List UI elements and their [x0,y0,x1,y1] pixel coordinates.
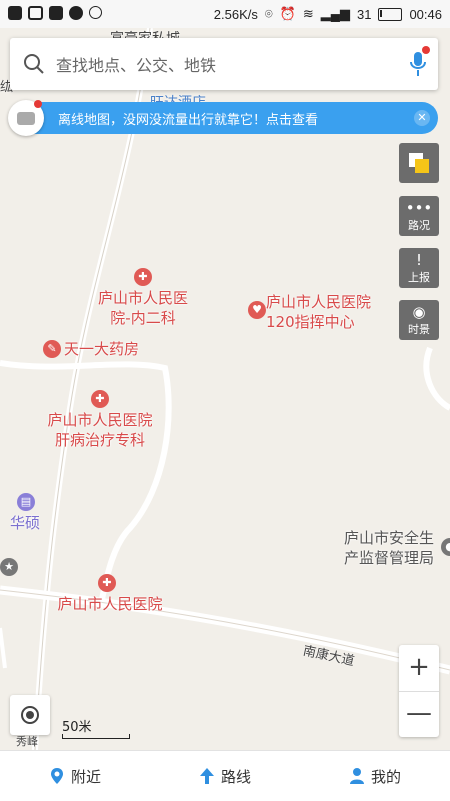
status-left-icons [8,6,102,20]
poi-hospital-internal-medicine[interactable]: 庐山市人民医 院-内二科 [88,288,198,328]
scale-bar [62,734,130,739]
poi-safety-bureau[interactable]: 庐山市安全生 产监督管理局 [344,528,434,568]
voice-badge [422,46,430,54]
location-icon: ⌾ [264,6,273,21]
poi-hospital-main[interactable]: 庐山市人民医院 [50,594,170,614]
banner-text: 离线地图，没网没流量出行就靠它！点击查看 [58,112,319,128]
poi-label: 院-内二科 [110,309,176,327]
poi-hospital-120-center[interactable]: 庐山市人民医院 120指挥中心 [266,292,386,332]
network-speed: 2.56K/s [213,6,258,22]
status-right: 2.56K/s ⌾ ⏰ ≋ ▂▄▆ 31 00:46 [214,6,442,22]
notification-icon [8,6,22,20]
time-view-button[interactable]: ◉ 时景 [399,300,439,340]
poi-label: 肝病治疗专科 [54,431,145,449]
hospital-icon[interactable]: ✚ [98,574,116,592]
locate-button[interactable] [10,695,50,735]
road-label-partial-bottom: 秀峰 [16,735,38,748]
report-label: 上报 [408,271,430,284]
report-icon: ! [415,251,422,269]
map-roads [0,28,450,750]
nav-route-label: 路线 [220,767,251,786]
search-bar[interactable]: 查找地点、公交、地铁 [10,38,438,90]
route-arrow-icon [199,768,214,784]
location-pin-icon [50,768,63,784]
search-input[interactable]: 查找地点、公交、地铁 [56,52,216,76]
poi-label: 庐山市人民医院 [266,293,372,311]
globe-icon: ◉ [412,303,426,321]
poi-label: 庐山市人民医院 [47,411,153,429]
hospital-icon[interactable]: ✚ [91,390,109,408]
poi-pharmacy[interactable]: 天一大药房 [64,339,139,359]
poi-asus[interactable]: 华硕 [10,513,40,533]
nav-mine-label: 我的 [370,767,401,786]
signal-icon: ▂▄▆ [320,6,350,21]
government-icon[interactable]: ★ [0,558,18,576]
alarm-icon: ⏰ [279,6,296,21]
k-app-icon [49,6,63,20]
message-icon [8,100,44,136]
nav-mine[interactable]: 我的 [300,751,450,801]
layers-button[interactable] [399,143,439,183]
report-button[interactable]: ! 上报 [399,248,439,288]
hospital-icon[interactable]: ✚ [134,268,152,286]
wifi-icon: ≋ [302,6,314,21]
nav-nearby-label: 附近 [70,767,101,786]
nav-route[interactable]: 路线 [150,751,300,801]
map-canvas[interactable]: 富豪家私城 旺达酒店 纮 ✚ 庐山市人民医 院-内二科 ♥ 庐山市人民医院 12… [0,28,450,750]
clock: 00:46 [409,6,442,22]
emergency-center-icon[interactable]: ♥ [248,301,266,319]
smile-icon [89,6,102,19]
poi-label: 120指挥中心 [266,313,355,331]
image-icon [28,6,43,20]
zoom-control: + — [399,645,439,737]
battery-icon [378,7,403,21]
status-bar: 2.56K/s ⌾ ⏰ ≋ ▂▄▆ 31 00:46 [0,0,450,28]
traffic-icon: ••• [405,199,433,217]
offline-map-banner[interactable]: 离线地图，没网没流量出行就靠它！点击查看 ✕ [8,100,438,136]
pharmacy-icon[interactable]: ✎ [43,340,61,358]
signal-strength: 31 [356,6,372,22]
zoom-out-button[interactable]: — [399,691,439,737]
poi-hospital-liver-clinic[interactable]: 庐山市人民医院 肝病治疗专科 [40,410,160,450]
nav-nearby[interactable]: 附近 [0,751,150,801]
traffic-button[interactable]: ••• 路况 [399,196,439,236]
user-icon [349,768,364,784]
store-icon[interactable]: ▤ [17,493,35,511]
close-icon[interactable]: ✕ [414,110,430,126]
poi-label: 庐山市安全生 [344,529,435,547]
microphone-icon[interactable] [408,50,428,78]
traffic-label: 路况 [408,219,430,232]
zoom-in-button[interactable]: + [399,645,439,692]
bottom-nav: 附近 路线 我的 [0,750,450,801]
time-view-label: 时景 [408,323,430,336]
weather-icon [69,6,83,20]
search-icon [24,54,44,74]
scale-label: 50米 [62,720,92,735]
poi-label: 庐山市人民医 [97,289,188,307]
poi-label: 产监督管理局 [344,549,435,567]
